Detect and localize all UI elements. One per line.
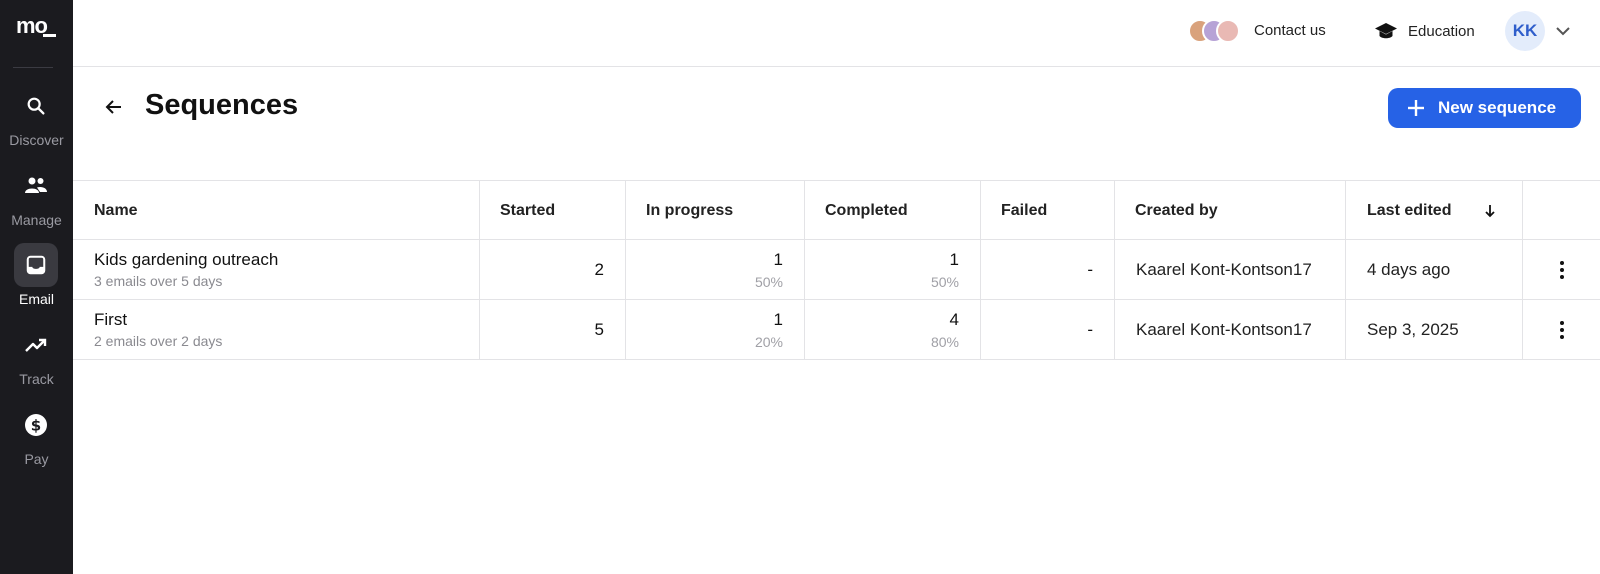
sequence-subtitle: 3 emails over 5 days xyxy=(94,273,223,289)
cell-name[interactable]: First 2 emails over 2 days xyxy=(73,300,480,359)
sequence-name: Kids gardening outreach xyxy=(94,250,279,269)
more-options-icon[interactable] xyxy=(1559,261,1565,279)
svg-text:mo: mo xyxy=(16,14,48,38)
table-header-row: Name Started In progress Completed Faile… xyxy=(73,180,1600,240)
sequence-name: First xyxy=(94,310,128,329)
inbox-icon xyxy=(14,243,58,287)
cell-last-edited: Sep 3, 2025 xyxy=(1346,300,1523,359)
app-logo[interactable]: mo xyxy=(0,14,73,38)
cell-started: 2 xyxy=(480,240,626,299)
cell-completed: 4 80% xyxy=(805,300,981,359)
plus-icon xyxy=(1408,100,1424,116)
cell-failed: - xyxy=(981,240,1115,299)
cell-completed: 1 50% xyxy=(805,240,981,299)
chevron-down-icon[interactable] xyxy=(1555,24,1571,42)
cell-created-by: Kaarel Kont-Kontson17 xyxy=(1115,240,1346,299)
column-header-in-progress[interactable]: In progress xyxy=(626,181,805,239)
cell-last-edited: 4 days ago xyxy=(1346,240,1523,299)
sidebar-item-discover[interactable]: Discover xyxy=(0,84,73,154)
table-row[interactable]: First 2 emails over 2 days 5 1 20% 4 80%… xyxy=(73,300,1600,360)
cell-in-progress: 1 20% xyxy=(626,300,805,359)
cell-failed: - xyxy=(981,300,1115,359)
sidebar-item-pay[interactable]: $ Pay xyxy=(0,403,73,473)
more-options-icon[interactable] xyxy=(1559,321,1565,339)
column-header-last-edited[interactable]: Last edited xyxy=(1346,181,1523,239)
column-header-created-by[interactable]: Created by xyxy=(1115,181,1346,239)
cell-name[interactable]: Kids gardening outreach 3 emails over 5 … xyxy=(73,240,480,299)
dollar-icon: $ xyxy=(14,403,58,447)
top-bar xyxy=(73,0,1600,67)
sidebar-item-label: Discover xyxy=(9,132,64,148)
column-header-failed[interactable]: Failed xyxy=(981,181,1115,239)
education-link[interactable]: Education xyxy=(1374,18,1475,44)
support-avatars[interactable] xyxy=(1188,19,1248,43)
svg-text:$: $ xyxy=(31,417,41,435)
sidebar-item-manage[interactable]: Manage xyxy=(0,164,73,234)
new-sequence-button[interactable]: New sequence xyxy=(1388,88,1581,128)
graduation-cap-icon xyxy=(1375,23,1397,39)
column-header-name[interactable]: Name xyxy=(73,181,480,239)
column-header-actions xyxy=(1523,181,1600,239)
sidebar-item-label: Pay xyxy=(24,451,49,467)
page-title: Sequences xyxy=(145,89,299,121)
table-row[interactable]: Kids gardening outreach 3 emails over 5 … xyxy=(73,240,1600,300)
cell-actions xyxy=(1523,300,1600,359)
sidebar-item-track[interactable]: Track xyxy=(0,323,73,393)
support-avatar xyxy=(1216,19,1240,43)
sidebar-item-email[interactable]: Email xyxy=(0,243,73,313)
in-progress-percent: 50% xyxy=(754,274,783,290)
sidebar: mo Discover Manage Email Track $ Pay xyxy=(0,0,73,574)
completed-percent: 50% xyxy=(930,274,959,290)
sequence-subtitle: 2 emails over 2 days xyxy=(94,333,223,349)
sidebar-item-label: Track xyxy=(19,371,54,387)
cell-created-by: Kaarel Kont-Kontson17 xyxy=(1115,300,1346,359)
contact-us-link[interactable]: Contact us xyxy=(1254,22,1326,39)
completed-percent: 80% xyxy=(930,334,959,350)
search-icon xyxy=(14,84,58,128)
education-label: Education xyxy=(1408,22,1475,40)
sidebar-item-label: Email xyxy=(18,291,54,307)
trending-icon xyxy=(14,323,58,367)
people-icon xyxy=(14,164,58,208)
back-arrow-icon[interactable] xyxy=(104,97,124,117)
new-sequence-label: New sequence xyxy=(1438,98,1557,117)
in-progress-percent: 20% xyxy=(754,334,783,350)
sidebar-item-label: Manage xyxy=(11,212,62,228)
column-header-completed[interactable]: Completed xyxy=(805,181,981,239)
cell-started: 5 xyxy=(480,300,626,359)
sequences-table: Name Started In progress Completed Faile… xyxy=(73,180,1600,360)
column-header-started[interactable]: Started xyxy=(480,181,626,239)
cell-actions xyxy=(1523,240,1600,299)
user-avatar[interactable]: KK xyxy=(1505,11,1545,51)
sort-descending-icon[interactable] xyxy=(1484,204,1496,218)
sidebar-divider xyxy=(13,67,53,68)
cell-in-progress: 1 50% xyxy=(626,240,805,299)
logo-mark: mo xyxy=(16,14,56,38)
